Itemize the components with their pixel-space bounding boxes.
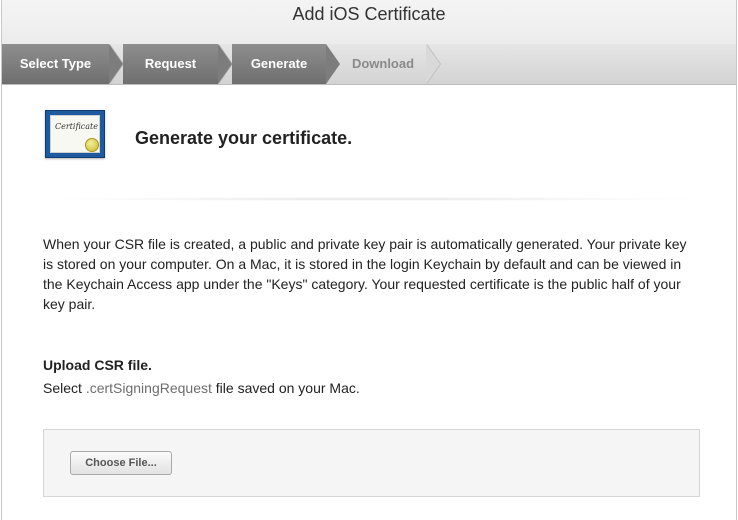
certificate-icon-text: Certificate: [55, 122, 98, 131]
step-arrow-end: [426, 44, 440, 84]
section-divider: [42, 197, 702, 201]
certificate-paper: Certificate: [50, 115, 100, 153]
window-title: Add iOS Certificate: [292, 4, 446, 24]
certificate-icon: Certificate: [45, 110, 105, 158]
upload-description: Select .certSigningRequest file saved on…: [43, 380, 360, 396]
step-label: Select Type: [19, 56, 92, 71]
step-select-type: Select Type: [2, 44, 109, 84]
dialog-frame: Add iOS Certificate Select Type Request …: [1, 0, 737, 520]
step-label: Request: [144, 56, 197, 71]
step-arrow: [326, 44, 340, 84]
page-headline: Generate your certificate.: [135, 128, 353, 148]
step-generate: Generate: [232, 44, 326, 84]
upload-desc-suffix: file saved on your Mac.: [211, 380, 360, 396]
choose-file-button[interactable]: Choose File...: [70, 451, 172, 475]
window-titlebar: Add iOS Certificate: [2, 0, 736, 45]
step-label: Download: [351, 56, 415, 71]
step-arrow: [109, 44, 123, 84]
upload-panel: Choose File...: [43, 429, 700, 497]
step-label: Generate: [250, 56, 308, 71]
step-download: Download: [340, 44, 426, 84]
step-arrow: [218, 44, 232, 84]
step-request: Request: [123, 44, 218, 84]
upload-desc-prefix: Select: [43, 380, 86, 396]
file-extension-text: .certSigningRequest: [85, 380, 212, 396]
description-paragraph: When your CSR file is created, a public …: [43, 236, 687, 312]
seal-icon: [85, 138, 99, 152]
progress-steps: Select Type Request Generate Download: [2, 44, 736, 85]
upload-heading: Upload CSR file.: [43, 357, 152, 373]
